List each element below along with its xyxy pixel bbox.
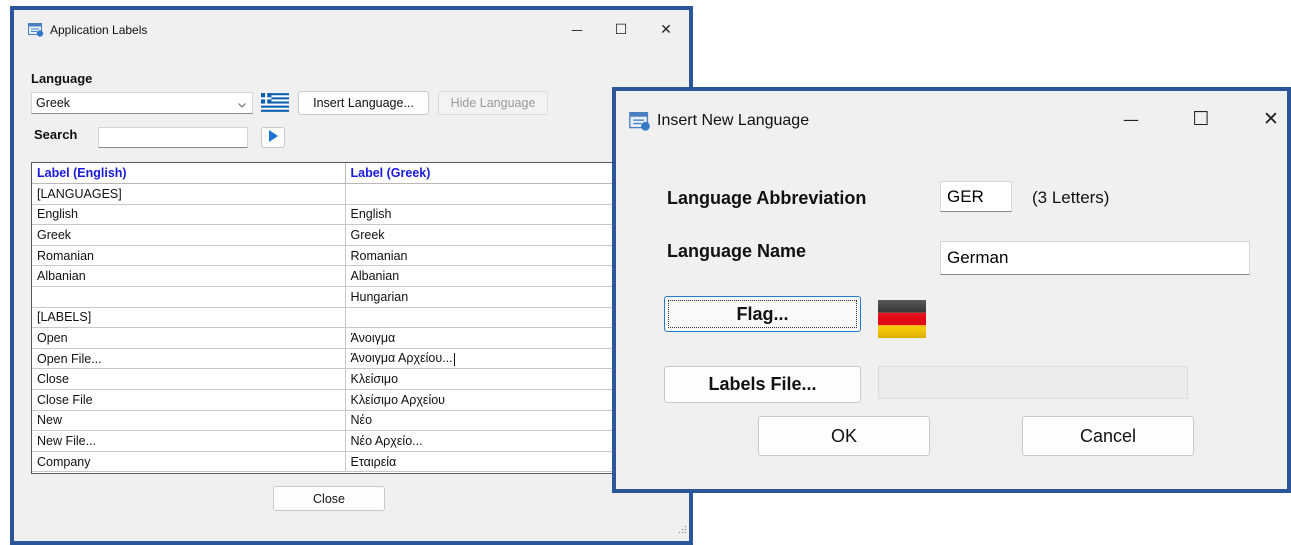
cell-label-english[interactable]: [LABELS] — [32, 307, 346, 329]
cell-label-greek[interactable]: Romanian — [345, 245, 630, 267]
language-select-value: Greek — [36, 96, 71, 110]
insert-language-button[interactable]: Insert Language... — [298, 91, 429, 115]
table-row[interactable]: New Νέο — [32, 410, 630, 432]
table-row[interactable]: Close File Κλείσιμο Αρχείου — [32, 389, 630, 411]
cell-label-english[interactable]: Open — [32, 327, 346, 349]
abbreviation-input[interactable] — [940, 181, 1012, 212]
cancel-button-label: Cancel — [1079, 425, 1137, 446]
dialog-close-button[interactable]: ✕ — [1256, 108, 1286, 130]
table-row[interactable]: New File... Νέο Αρχείο... — [32, 430, 630, 452]
greek-flag-icon — [261, 93, 289, 117]
chevron-down-icon — [237, 97, 247, 115]
cell-label-english[interactable]: Close File — [32, 389, 346, 411]
dialog-app-icon — [629, 111, 651, 131]
labels-file-path-field — [878, 366, 1188, 399]
labels-file-button-label: Labels File... — [708, 374, 817, 394]
cell-label-greek[interactable]: Εταιρεία — [345, 451, 630, 473]
application-labels-window: Application Labels — ☐ ✕ Language Greek … — [10, 6, 693, 545]
column-header-english[interactable]: Label (English) — [32, 163, 346, 184]
cell-label-greek[interactable]: Άνοιγμα Αρχείου... — [345, 348, 630, 370]
cell-label-english[interactable]: New — [32, 410, 346, 432]
search-go-button[interactable] — [261, 127, 285, 148]
maximize-button[interactable]: ☐ — [610, 22, 632, 38]
cell-label-greek[interactable]: Νέο Αρχείο... — [345, 430, 630, 452]
play-arrow-icon — [268, 129, 278, 147]
table-row[interactable]: [LANGUAGES] — [32, 183, 630, 205]
ok-button[interactable]: OK — [758, 416, 930, 456]
cell-label-greek[interactable] — [345, 307, 630, 329]
cell-label-english[interactable]: New File... — [32, 430, 346, 452]
search-label: Search — [34, 127, 78, 142]
cell-label-english[interactable]: [LANGUAGES] — [32, 183, 346, 205]
dialog-minimize-button[interactable]: — — [1116, 110, 1146, 129]
table-row[interactable]: Company Εταιρεία — [32, 451, 630, 473]
labels-table: Label (English) Label (Greek) [LANGUAGES… — [31, 162, 631, 474]
labels-file-button[interactable]: Labels File... — [664, 366, 861, 403]
table-row[interactable]: Greek Greek — [32, 224, 630, 246]
cell-label-greek[interactable]: Hungarian — [345, 286, 630, 308]
hide-language-button[interactable]: Hide Language — [438, 91, 548, 115]
close-button-label: Close — [313, 491, 345, 506]
cancel-button[interactable]: Cancel — [1022, 416, 1194, 456]
column-header-greek[interactable]: Label (Greek) — [345, 163, 630, 184]
language-select[interactable]: Greek — [31, 92, 253, 114]
cell-label-greek[interactable]: Νέο — [345, 410, 630, 432]
cell-label-greek[interactable]: English — [345, 204, 630, 226]
table-row[interactable]: Hungarian — [32, 286, 630, 308]
cell-label-english[interactable]: Open File... — [32, 348, 346, 370]
close-button[interactable]: Close — [273, 486, 385, 511]
table-row[interactable]: Open File... Άνοιγμα Αρχείου... — [32, 348, 630, 370]
flag-button[interactable]: Flag... — [664, 296, 861, 332]
abbreviation-label: Language Abbreviation — [667, 188, 867, 208]
cell-label-english[interactable]: English — [32, 204, 346, 226]
table-header-row: Label (English) Label (Greek) — [32, 163, 630, 184]
language-name-input[interactable] — [940, 241, 1250, 275]
ok-button-label: OK — [830, 425, 857, 446]
table-row[interactable]: Close Κλείσιμο — [32, 368, 630, 390]
language-name-label: Language Name — [667, 241, 807, 261]
cell-label-greek[interactable]: Albanian — [345, 265, 630, 287]
table-row[interactable]: English English — [32, 204, 630, 226]
cell-label-english[interactable]: Romanian — [32, 245, 346, 267]
cell-label-english[interactable] — [32, 286, 346, 308]
table-row[interactable]: Romanian Romanian — [32, 245, 630, 267]
german-flag-icon — [878, 300, 926, 343]
dialog-title: Insert New Language — [657, 112, 810, 129]
cell-label-english[interactable]: Close — [32, 368, 346, 390]
labels-grid: Label (English) Label (Greek) [LANGUAGES… — [32, 163, 630, 473]
cell-label-greek[interactable] — [345, 183, 630, 205]
cell-label-greek[interactable]: Άνοιγμα — [345, 327, 630, 349]
table-row[interactable]: [LABELS] — [32, 307, 630, 329]
close-window-button[interactable]: ✕ — [655, 22, 677, 38]
app-icon — [28, 23, 44, 37]
search-input[interactable] — [98, 127, 248, 148]
minimize-button[interactable]: — — [566, 23, 588, 37]
cell-label-english[interactable]: Greek — [32, 224, 346, 246]
insert-language-label: Insert Language... — [313, 96, 414, 110]
cell-label-english[interactable]: Albanian — [32, 265, 346, 287]
window-title: Application Labels — [50, 23, 148, 37]
table-row[interactable]: Albanian Albanian — [32, 265, 630, 287]
flag-button-focus-ring — [668, 300, 857, 328]
text-caret — [453, 352, 455, 366]
resize-grip-icon[interactable] — [678, 521, 687, 539]
insert-new-language-dialog: Insert New Language — ☐ ✕ Language Abbre… — [612, 87, 1291, 493]
cell-label-greek[interactable]: Greek — [345, 224, 630, 246]
dialog-maximize-button[interactable]: ☐ — [1186, 108, 1216, 130]
hide-language-label: Hide Language — [450, 96, 536, 110]
cell-label-greek[interactable]: Κλείσιμο Αρχείου — [345, 389, 630, 411]
table-row[interactable]: Open Άνοιγμα — [32, 327, 630, 349]
language-label: Language — [31, 71, 93, 86]
cell-label-english[interactable]: Company — [32, 451, 346, 473]
abbreviation-hint: (3 Letters) — [1032, 188, 1110, 207]
cell-label-greek[interactable]: Κλείσιμο — [345, 368, 630, 390]
